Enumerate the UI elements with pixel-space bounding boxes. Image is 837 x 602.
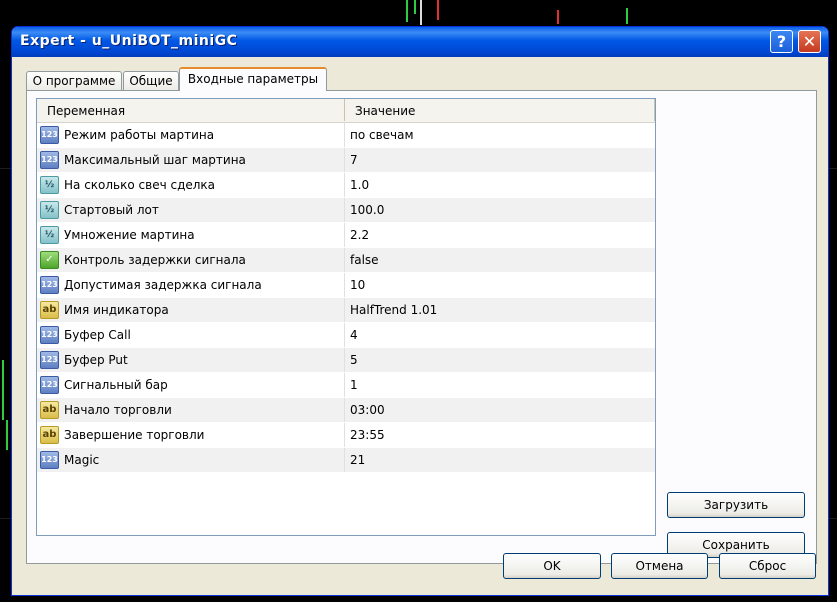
ok-button[interactable]: OK [503, 553, 601, 579]
value-cell[interactable]: false [345, 248, 650, 272]
table-row[interactable]: ✓ Контроль задержки сигнала false [37, 248, 655, 273]
window-title: Expert - u_UniBOT_miniGC [20, 33, 238, 49]
value-cell[interactable]: 5 [345, 348, 650, 372]
chart-candle [437, 0, 439, 20]
value-cell[interactable]: 4 [345, 323, 650, 347]
input-parameters-panel: Переменная Значение 123 Режим работы март… [26, 90, 817, 564]
variable-cell: ½ На сколько свеч сделка [37, 173, 345, 197]
column-header-value[interactable]: Значение [345, 99, 655, 121]
table-row[interactable]: ab Имя индикатора HalfTrend 1.01 [37, 298, 655, 323]
column-header-variable[interactable]: Переменная [37, 99, 345, 121]
reset-button[interactable]: Сброс [719, 553, 816, 579]
table-row[interactable]: ab Завершение торговли 23:55 [37, 423, 655, 448]
double-type-icon: ½ [40, 201, 59, 219]
value-cell[interactable]: 2.2 [345, 223, 650, 247]
variable-name: Контроль задержки сигнала [64, 253, 246, 267]
cancel-button[interactable]: Отмена [611, 553, 708, 579]
integer-type-icon: 123 [40, 351, 59, 369]
value-cell[interactable]: 1.0 [345, 173, 650, 197]
value-cell[interactable]: 21 [345, 448, 650, 472]
variable-name: Начало торговли [64, 403, 172, 417]
variable-cell: 123 Буфер Call [37, 323, 345, 347]
chart-candle [626, 8, 628, 24]
boolean-type-icon: ✓ [40, 251, 59, 269]
table-row[interactable]: 123 Допустимая задержка сигнала 10 [37, 273, 655, 298]
variable-name: Режим работы мартина [64, 128, 215, 142]
integer-type-icon: 123 [40, 126, 59, 144]
title-bar[interactable]: Expert - u_UniBOT_miniGC ? ✕ [12, 27, 828, 57]
variable-cell: ab Завершение торговли [37, 423, 345, 447]
value-cell[interactable]: 7 [345, 148, 650, 172]
variable-name: Сигнальный бар [64, 378, 168, 392]
string-type-icon: ab [40, 401, 59, 419]
table-row[interactable]: ab Начало торговли 03:00 [37, 398, 655, 423]
tab-about[interactable]: О программе [26, 71, 122, 90]
table-row[interactable]: 123 Буфер Put 5 [37, 348, 655, 373]
integer-type-icon: 123 [40, 376, 59, 394]
chart-candle [2, 360, 4, 420]
load-button[interactable]: Загрузить [667, 492, 805, 518]
table-row[interactable]: ½ На сколько свеч сделка 1.0 [37, 173, 655, 198]
tab-common[interactable]: Общие [123, 71, 179, 90]
double-type-icon: ½ [40, 226, 59, 244]
chart-candle [414, 0, 416, 14]
variable-cell: ½ Стартовый лот [37, 198, 345, 222]
variable-cell: ab Начало торговли [37, 398, 345, 422]
integer-type-icon: 123 [40, 451, 59, 469]
value-cell[interactable]: 10 [345, 273, 650, 297]
variable-cell: 123 Сигнальный бар [37, 373, 345, 397]
variable-cell: 123 Буфер Put [37, 348, 345, 372]
integer-type-icon: 123 [40, 151, 59, 169]
chart-candle [557, 10, 559, 24]
variable-cell: ab Имя индикатора [37, 298, 345, 322]
close-button[interactable]: ✕ [798, 30, 821, 53]
value-cell[interactable]: 03:00 [345, 398, 650, 422]
tab-input-parameters[interactable]: Входные параметры [179, 67, 327, 91]
variable-cell: 123 Максимальный шаг мартина [37, 148, 345, 172]
table-body: 123 Режим работы мартина по свечам 123 Макси… [37, 123, 655, 473]
variable-cell: ✓ Контроль задержки сигнала [37, 248, 345, 272]
variable-name: Буфер Call [64, 328, 131, 342]
value-cell[interactable]: 23:55 [345, 423, 650, 447]
table-row[interactable]: ½ Умножение мартина 2.2 [37, 223, 655, 248]
table-row[interactable]: 123 Режим работы мартина по свечам [37, 123, 655, 148]
variable-cell: 123 Допустимая задержка сигнала [37, 273, 345, 297]
table-row[interactable]: 123 Максимальный шаг мартина 7 [37, 148, 655, 173]
chart-candle [6, 420, 8, 450]
value-cell[interactable]: HalfTrend 1.01 [345, 298, 650, 322]
variable-name: На сколько свеч сделка [64, 178, 216, 192]
string-type-icon: ab [40, 426, 59, 444]
parameters-table[interactable]: Переменная Значение 123 Режим работы март… [36, 98, 656, 536]
chart-candle [420, 0, 422, 25]
table-row[interactable]: ½ Стартовый лот 100.0 [37, 198, 655, 223]
chart-candle [406, 0, 408, 22]
variable-name: Стартовый лот [64, 203, 159, 217]
table-header: Переменная Значение [37, 99, 655, 123]
string-type-icon: ab [40, 301, 59, 319]
help-icon: ? [776, 32, 787, 51]
table-row[interactable]: 123 Буфер Call 4 [37, 323, 655, 348]
variable-cell: 123 Magic [37, 448, 345, 472]
value-cell[interactable]: 1 [345, 373, 650, 397]
variable-name: Буфер Put [64, 353, 128, 367]
double-type-icon: ½ [40, 176, 59, 194]
close-icon: ✕ [802, 32, 817, 51]
variable-name: Допустимая задержка сигнала [64, 278, 262, 292]
variable-cell: ½ Умножение мартина [37, 223, 345, 247]
table-row[interactable]: 123 Magic 21 [37, 448, 655, 473]
expert-dialog: Expert - u_UniBOT_miniGC ? ✕ О программе… [11, 26, 829, 596]
table-row[interactable]: 123 Сигнальный бар 1 [37, 373, 655, 398]
help-button[interactable]: ? [770, 30, 793, 53]
value-cell[interactable]: 100.0 [345, 198, 650, 222]
variable-cell: 123 Режим работы мартина [37, 123, 345, 147]
dialog-client-area: О программе Общие Входные параметры Пере… [15, 57, 825, 592]
variable-name: Magic [64, 453, 100, 467]
variable-name: Умножение мартина [64, 228, 195, 242]
integer-type-icon: 123 [40, 276, 59, 294]
value-cell[interactable]: по свечам [345, 123, 650, 147]
variable-name: Имя индикатора [64, 303, 169, 317]
variable-name: Максимальный шаг мартина [64, 153, 246, 167]
integer-type-icon: 123 [40, 326, 59, 344]
variable-name: Завершение торговли [64, 428, 205, 442]
